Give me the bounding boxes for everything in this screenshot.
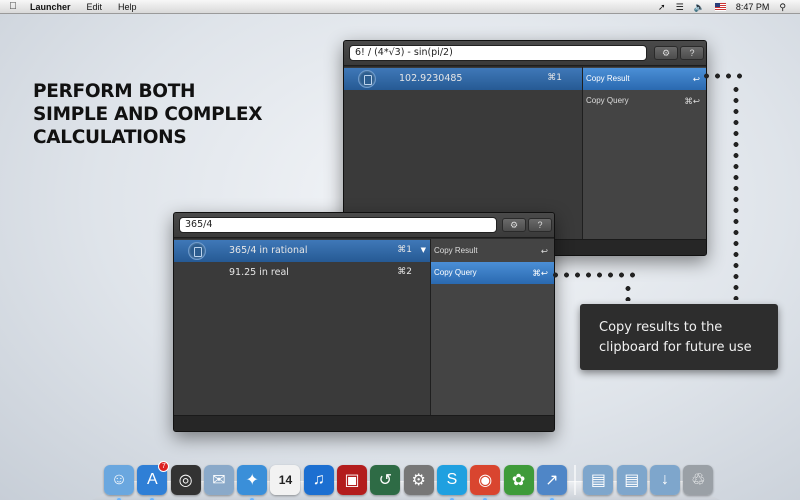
headline: PERFORM BOTH SIMPLE AND COMPLEX CALCULAT… (33, 80, 293, 149)
results-list: 365/4 in rational ⌘1 ▼ 91.25 in real ⌘2 (174, 239, 431, 415)
callout-line: clipboard for future use (599, 340, 752, 355)
action-label: Copy Result (586, 74, 630, 83)
actions-list: Copy Result ↩ Copy Query ⌘↩ (431, 239, 554, 415)
gear-icon: ⚙ (509, 220, 519, 230)
result-shortcut: ⌘1 (397, 245, 412, 255)
headline-line: SIMPLE AND COMPLEX (33, 104, 263, 125)
calculator-icon (188, 242, 206, 260)
action-shortcut: ↩ (540, 246, 548, 256)
query-input[interactable]: 6! / (4*√3) - sin(pi/2) (349, 45, 647, 61)
notification-badge: 7 (158, 461, 170, 472)
headline-line: CALCULATIONS (33, 127, 187, 148)
result-row[interactable]: 91.25 in real ⌘2 (174, 262, 430, 284)
menu-bar:  Launcher Edit Help ➚ ☰ 🔈 8:47 PM ⚲ (0, 0, 800, 14)
settings-button[interactable]: ⚙ (654, 46, 678, 60)
actions-list: Copy Result ↩ Copy Query ⌘↩ (583, 67, 706, 239)
documents-folder-icon[interactable]: ▤ (616, 465, 647, 495)
result-shortcut: ⌘2 (397, 267, 412, 277)
calendar-icon[interactable]: 14 (270, 465, 301, 495)
action-copy-result[interactable]: Copy Result ↩ (583, 68, 706, 90)
time-machine-icon[interactable]: ↺ (370, 465, 401, 495)
connector-dots (550, 272, 638, 278)
menu-edit[interactable]: Edit (79, 0, 111, 14)
connector-dots (701, 73, 745, 79)
help-button[interactable]: ? (528, 218, 552, 232)
photo-booth-icon[interactable]: ▣ (337, 465, 368, 495)
chrome-icon[interactable]: ◉ (470, 465, 501, 500)
dock-separator (574, 465, 577, 495)
menu-help[interactable]: Help (110, 0, 145, 14)
action-label: Copy Query (434, 268, 477, 277)
apple-menu-icon[interactable]:  (0, 1, 26, 12)
connector-dots (625, 283, 631, 301)
volume-icon[interactable]: 🔈 (694, 0, 705, 14)
result-text: 365/4 in rational (229, 245, 308, 256)
dashboard-icon[interactable]: ◎ (170, 465, 201, 495)
applications-folder-icon[interactable]: ▤ (583, 465, 614, 495)
downloads-folder-icon[interactable]: ↓ (650, 465, 681, 495)
result-text: 91.25 in real (229, 267, 289, 278)
query-input[interactable]: 365/4 (179, 217, 497, 233)
action-shortcut: ⌘↩ (532, 268, 548, 278)
result-row[interactable]: 365/4 in rational ⌘1 ▼ (174, 240, 430, 262)
finder-icon[interactable]: ☺ (104, 465, 134, 500)
callout-box: Copy results to the clipboard for future… (580, 304, 778, 370)
result-text: 102.9230485 (399, 73, 463, 84)
result-shortcut: ⌘1 (547, 73, 562, 83)
gear-icon: ⚙ (661, 48, 671, 58)
system-preferences-icon[interactable]: ⚙ (403, 465, 434, 495)
callout-line: Copy results to the (599, 320, 723, 335)
headline-line: PERFORM BOTH (33, 81, 196, 102)
itunes-icon[interactable]: ♫ (303, 465, 334, 495)
connector-dots (733, 84, 739, 300)
action-copy-result[interactable]: Copy Result ↩ (431, 240, 554, 262)
adium-icon[interactable]: ✿ (503, 465, 534, 495)
skype-icon[interactable]: S (436, 465, 467, 500)
dock: ☺ A 7 ◎ ✉ ✦ 14 ♫ ▣ ↺ ⚙ S ◉ ✿ ↗ ▤ ▤ ↓ ♲ (104, 455, 714, 500)
launcher-status-icon[interactable]: ➚ (658, 0, 666, 14)
menu-app-name[interactable]: Launcher (26, 0, 79, 14)
menubar-status-area: ➚ ☰ 🔈 8:47 PM ⚲ (658, 0, 800, 14)
safari-icon[interactable]: ✦ (237, 465, 268, 500)
action-copy-query[interactable]: Copy Query ⌘↩ (431, 262, 554, 284)
launcher-window-front: 365/4 ⚙ ? 365/4 in rational ⌘1 ▼ 91.25 i… (173, 212, 555, 432)
launcher-icon[interactable]: ↗ (536, 465, 567, 500)
mail-icon[interactable]: ✉ (203, 465, 234, 495)
app-store-icon[interactable]: A7 (137, 461, 170, 500)
result-row[interactable]: 102.9230485 ⌘1 (344, 68, 582, 90)
spotlight-icon[interactable]: ⚲ (779, 0, 786, 14)
action-label: Copy Result (434, 246, 478, 255)
launcher-topbar: 6! / (4*√3) - sin(pi/2) ⚙ ? (344, 41, 706, 66)
help-button[interactable]: ? (680, 46, 704, 60)
settings-button[interactable]: ⚙ (502, 218, 526, 232)
calculator-icon (358, 70, 376, 88)
launcher-bottombar (174, 415, 554, 431)
action-shortcut: ↩ (692, 74, 700, 84)
trash-icon[interactable]: ♲ (683, 465, 714, 495)
input-source-flag-icon[interactable] (714, 2, 726, 11)
more-actions-arrow-icon[interactable]: ▼ (421, 246, 426, 254)
launcher-topbar: 365/4 ⚙ ? (174, 213, 554, 238)
action-shortcut: ⌘↩ (684, 96, 700, 106)
wifi-icon[interactable]: ☰ (676, 0, 684, 14)
menubar-clock[interactable]: 8:47 PM (736, 0, 770, 14)
action-label: Copy Query (586, 96, 629, 105)
action-copy-query[interactable]: Copy Query ⌘↩ (583, 90, 706, 112)
